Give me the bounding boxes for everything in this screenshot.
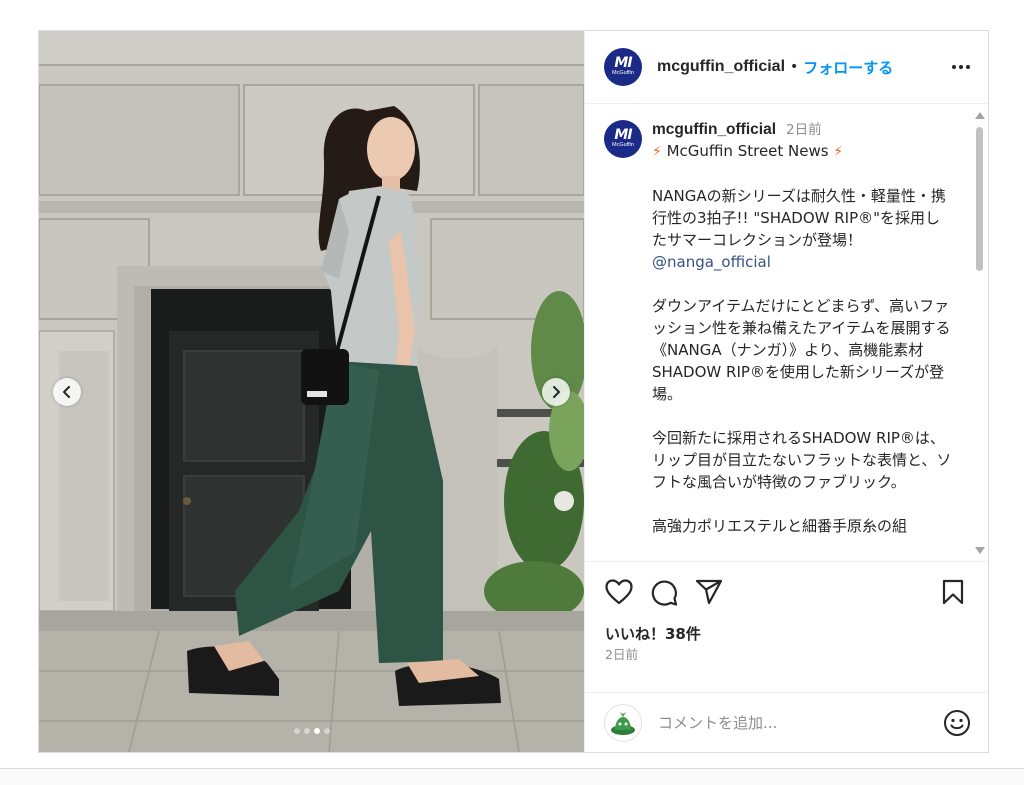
- smiley-icon: [944, 709, 970, 736]
- post-photo[interactable]: [39, 31, 584, 752]
- scroll-up-arrow-icon[interactable]: [975, 112, 985, 119]
- user-avatar-icon: [611, 711, 635, 735]
- bookmark-icon: [942, 579, 964, 605]
- share-button[interactable]: [694, 577, 724, 607]
- scrollbar-thumb[interactable]: [976, 127, 983, 271]
- save-button[interactable]: [938, 577, 968, 607]
- street-fashion-photo: [39, 31, 584, 752]
- caption-scrollbar[interactable]: [974, 108, 985, 558]
- caption-paragraph: ダウンアイテムだけにとどまらず、高いファッション性を兼ね備えたアイテムを展開する…: [652, 297, 951, 403]
- emoji-button[interactable]: [942, 708, 972, 738]
- previous-slide-button[interactable]: [53, 378, 81, 406]
- carousel-dot: [293, 728, 300, 734]
- more-dots-icon: [952, 65, 956, 69]
- current-user-avatar[interactable]: [604, 703, 642, 742]
- avatar-logo-word: McGuffin: [612, 142, 634, 148]
- likes-count[interactable]: いいね！38件: [585, 622, 988, 646]
- headline-text: McGuffin Street News: [661, 142, 834, 160]
- paper-plane-icon: [695, 579, 723, 605]
- carousel-dot: [323, 728, 330, 734]
- comment-input[interactable]: [658, 713, 942, 732]
- post-details-panel: MI McGuffin mcguffin_official • フォローする M…: [584, 31, 988, 752]
- page-footer-strip: [0, 768, 1024, 785]
- avatar-logo-mark: MI: [614, 55, 632, 71]
- carousel-dot: [303, 728, 310, 734]
- carousel-indicator: [39, 728, 584, 734]
- caption-time[interactable]: 2日前: [786, 118, 822, 138]
- chevron-right-icon: [553, 386, 560, 398]
- caption-text: ⚡ McGuffin Street News ⚡ NANGAの新シリーズは耐久性…: [652, 140, 952, 537]
- like-button[interactable]: [604, 577, 634, 607]
- caption: MI McGuffin mcguffin_official 2日前 ⚡ McGu…: [604, 118, 954, 537]
- follow-button[interactable]: フォローする: [803, 57, 893, 78]
- carousel-dot: [313, 728, 320, 734]
- header-separator: •: [790, 59, 799, 75]
- lightning-bolt-icon: ⚡: [652, 144, 662, 160]
- caption-username[interactable]: mcguffin_official: [652, 121, 776, 139]
- caption-paragraph: 高強力ポリエステルと細番手原糸の組: [652, 517, 908, 535]
- caption-body: mcguffin_official 2日前 ⚡ McGuffin Street …: [652, 118, 952, 537]
- lightning-bolt-icon: ⚡: [833, 144, 844, 160]
- instagram-post-modal: MI McGuffin mcguffin_official • フォローする M…: [38, 30, 989, 753]
- avatar-logo-mark: MI: [614, 127, 632, 143]
- scroll-down-arrow-icon[interactable]: [975, 547, 985, 554]
- mention-link[interactable]: @nanga_official: [652, 253, 771, 271]
- comment-bubble-icon: [651, 580, 678, 606]
- post-date[interactable]: 2日前: [585, 646, 988, 666]
- caption-scroll-area[interactable]: MI McGuffin mcguffin_official 2日前 ⚡ McGu…: [585, 104, 988, 562]
- next-slide-button[interactable]: [542, 378, 570, 406]
- caption-paragraph: 今回新たに採用されるSHADOW RIP®は、リップ目が目立たないフラットな表情…: [652, 429, 952, 491]
- comment-bar: [585, 692, 988, 752]
- account-avatar[interactable]: MI McGuffin: [604, 48, 642, 86]
- caption-paragraph: NANGAの新シリーズは耐久性・軽量性・携行性の3拍子!! "SHADOW RI…: [652, 187, 946, 249]
- action-bar: [585, 562, 988, 622]
- avatar-logo-word: McGuffin: [612, 70, 634, 76]
- more-options-button[interactable]: [950, 65, 972, 69]
- caption-avatar[interactable]: MI McGuffin: [604, 120, 642, 158]
- caption-header: mcguffin_official 2日前: [652, 118, 952, 140]
- caption-headline: ⚡ McGuffin Street News ⚡: [652, 140, 952, 163]
- chevron-left-icon: [63, 386, 70, 398]
- account-username[interactable]: mcguffin_official: [657, 58, 785, 76]
- heart-icon: [605, 579, 633, 605]
- post-header: MI McGuffin mcguffin_official • フォローする: [585, 31, 988, 104]
- comment-button[interactable]: [649, 577, 679, 607]
